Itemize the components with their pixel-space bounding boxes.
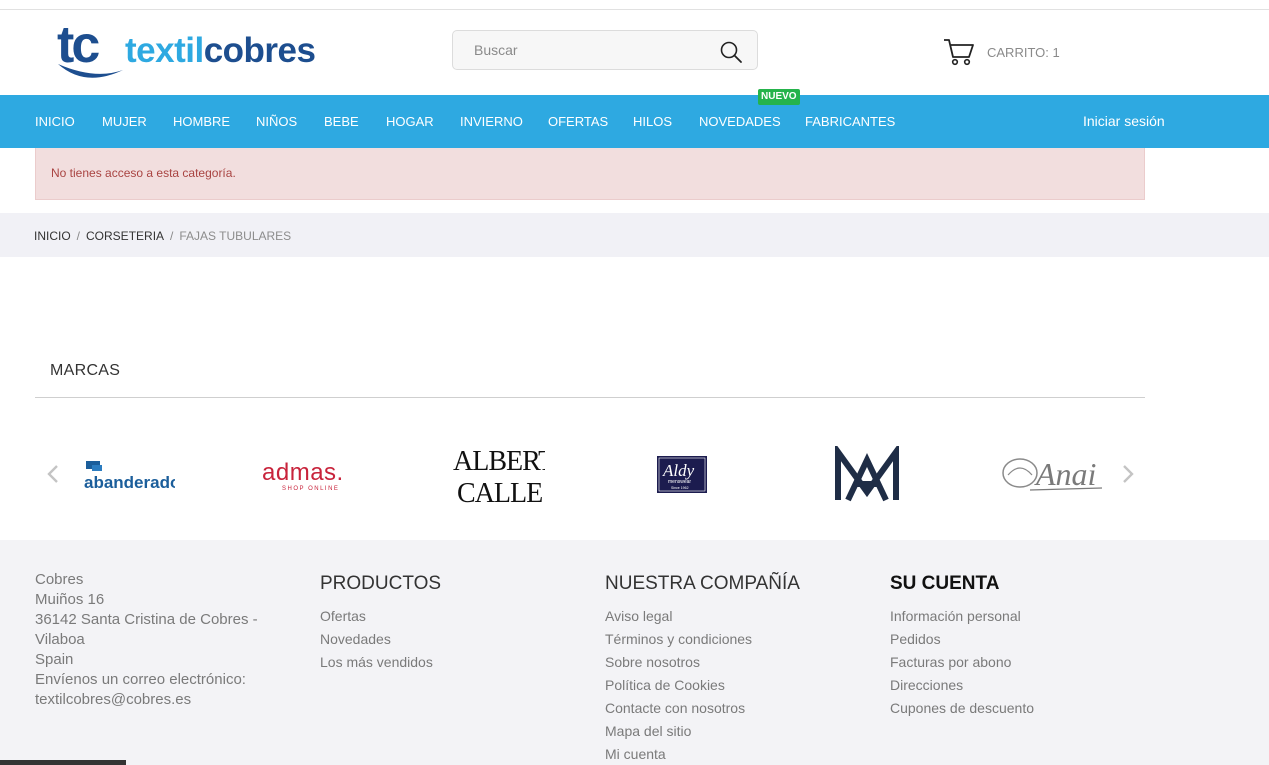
footer-products: PRODUCTOS Ofertas Novedades Los más vend… xyxy=(320,572,441,674)
nav-item-mujer[interactable]: MUJER xyxy=(102,95,147,148)
footer-company: NUESTRA COMPAÑÍA Aviso legal Términos y … xyxy=(605,572,800,765)
breadcrumb-item-current: FAJAS TUBULARES xyxy=(179,229,292,243)
address-email[interactable]: textilcobres@cobres.es xyxy=(35,690,258,710)
logo-mark: tc xyxy=(57,16,99,74)
footer-link-direcciones[interactable]: Direcciones xyxy=(890,674,1034,697)
footer-link-mapa[interactable]: Mapa del sitio xyxy=(605,720,800,743)
site-footer: Cobres Muiños 16 36142 Santa Cristina de… xyxy=(0,540,1269,765)
aldy-since: Since 1962 xyxy=(671,486,689,490)
brand-logo-aldy[interactable]: Aldy menswear Since 1962 xyxy=(632,430,732,520)
address-municipality: Vilaboa xyxy=(35,631,85,648)
footer-link-novedades[interactable]: Novedades xyxy=(320,628,441,651)
footer-link-sobre-nosotros[interactable]: Sobre nosotros xyxy=(605,651,800,674)
shopping-cart-icon xyxy=(944,39,974,66)
admas-logo: admas. SHOP ONLINE xyxy=(262,459,344,492)
aldy-logo: Aldy menswear Since 1962 xyxy=(657,456,707,493)
footer-link-contacto[interactable]: Contacte con nosotros xyxy=(605,697,800,720)
footer-products-title: PRODUCTOS xyxy=(320,573,442,594)
logo-text-light: textil xyxy=(125,31,204,70)
search-icon[interactable] xyxy=(719,40,743,64)
footer-link-ofertas[interactable]: Ofertas xyxy=(320,605,441,628)
nav-item-bebe[interactable]: BEBE xyxy=(324,95,359,148)
footer-account: SU CUENTA Información personal Pedidos F… xyxy=(890,572,1034,720)
nav-item-inicio[interactable]: INICIO xyxy=(35,95,75,148)
nav-item-ninos[interactable]: NIÑOS xyxy=(256,95,297,148)
calle-text: CALLE xyxy=(457,478,542,509)
brands-divider xyxy=(35,397,1145,398)
albert-text: ALBERT xyxy=(453,446,545,477)
brand-logo-monogram[interactable] xyxy=(817,430,917,520)
footer-link-mi-cuenta[interactable]: Mi cuenta xyxy=(605,743,800,765)
footer-link-terminos[interactable]: Términos y condiciones xyxy=(605,628,800,651)
footer-address: Cobres Muiños 16 36142 Santa Cristina de… xyxy=(35,570,258,710)
anai-logo: Anai xyxy=(1002,456,1103,492)
breadcrumb-separator: / xyxy=(76,229,81,243)
footer-company-title: NUESTRA COMPAÑÍA xyxy=(605,573,800,594)
admas-subtext: SHOP ONLINE xyxy=(282,486,339,492)
breadcrumb: INICIO / CORSETERIA / FAJAS TUBULARES xyxy=(34,229,291,243)
login-link[interactable]: Iniciar sesión xyxy=(1083,95,1165,148)
abanderado-logo: abanderado xyxy=(84,461,175,492)
monogram-logo xyxy=(835,446,899,502)
search-input[interactable] xyxy=(454,32,704,68)
albert-calle-logo: ALBERT CALLE xyxy=(453,446,545,509)
new-badge: NUEVO xyxy=(758,89,800,105)
footer-account-title: SU CUENTA xyxy=(890,573,1000,594)
anai-text: Anai xyxy=(1034,456,1096,492)
breadcrumb-separator: / xyxy=(170,229,174,243)
aldy-text: Aldy xyxy=(662,461,695,480)
cart-link[interactable]: CARRITO: 1 xyxy=(943,36,1060,68)
chevron-left-icon[interactable] xyxy=(43,460,63,488)
bottom-dark-strip xyxy=(0,760,126,765)
brand-logo-albert-calle[interactable]: ALBERT CALLE xyxy=(445,430,545,520)
brand-logo-admas[interactable]: admas. SHOP ONLINE xyxy=(258,430,368,520)
address-city: 36142 Santa Cristina de Cobres - xyxy=(35,611,258,628)
breadcrumb-item-inicio[interactable]: INICIO xyxy=(34,229,71,243)
address-country: Spain xyxy=(35,651,74,668)
site-header: tc textilcobres CARRITO: 1 xyxy=(0,10,1269,95)
footer-link-cupones[interactable]: Cupones de descuento xyxy=(890,697,1034,720)
footer-link-pedidos[interactable]: Pedidos xyxy=(890,628,1034,651)
brands-title: MARCAS xyxy=(50,362,121,379)
nav-item-ofertas[interactable]: OFERTAS xyxy=(548,95,608,148)
nav-item-hogar[interactable]: HOGAR xyxy=(386,95,434,148)
cart-label: CARRITO: 1 xyxy=(987,44,1060,60)
footer-link-facturas[interactable]: Facturas por abono xyxy=(890,651,1034,674)
nav-item-hilos[interactable]: HILOS xyxy=(633,95,672,148)
textilcobres-logo[interactable]: tc textilcobres xyxy=(55,14,340,88)
search-box xyxy=(452,30,758,70)
admas-text: admas. xyxy=(262,459,344,486)
main-nav: INICIO MUJER HOMBRE NIÑOS BEBE HOGAR INV… xyxy=(0,95,1269,148)
logo-wordmark: textilcobres xyxy=(125,31,316,70)
address-street: Muiños 16 xyxy=(35,591,105,608)
chevron-right-icon[interactable] xyxy=(1118,460,1138,488)
breadcrumb-item-corseteria[interactable]: CORSETERIA xyxy=(86,229,164,243)
address-email-label: Envíenos un correo electrónico: xyxy=(35,671,246,688)
address-company: Cobres xyxy=(35,571,84,588)
brand-logo-anai[interactable]: Anai xyxy=(1000,430,1106,520)
footer-link-mas-vendidos[interactable]: Los más vendidos xyxy=(320,651,441,674)
nav-item-invierno[interactable]: INVIERNO xyxy=(460,95,523,148)
logo-text-bold: cobres xyxy=(204,31,316,70)
breadcrumb-bar: INICIO / CORSETERIA / FAJAS TUBULARES xyxy=(0,213,1269,257)
alert-message: No tienes acceso a esta categoría. xyxy=(51,166,236,180)
nav-item-fabricantes[interactable]: FABRICANTES xyxy=(805,95,895,148)
footer-link-aviso-legal[interactable]: Aviso legal xyxy=(605,605,800,628)
footer-link-info-personal[interactable]: Información personal xyxy=(890,605,1034,628)
access-alert: No tienes acceso a esta categoría. xyxy=(35,148,1145,200)
abanderado-text: abanderado xyxy=(84,473,175,492)
footer-link-cookies[interactable]: Política de Cookies xyxy=(605,674,800,697)
brand-logo-abanderado[interactable]: abanderado xyxy=(80,430,175,520)
aldy-subtext: menswear xyxy=(668,479,691,485)
nav-item-hombre[interactable]: HOMBRE xyxy=(173,95,230,148)
